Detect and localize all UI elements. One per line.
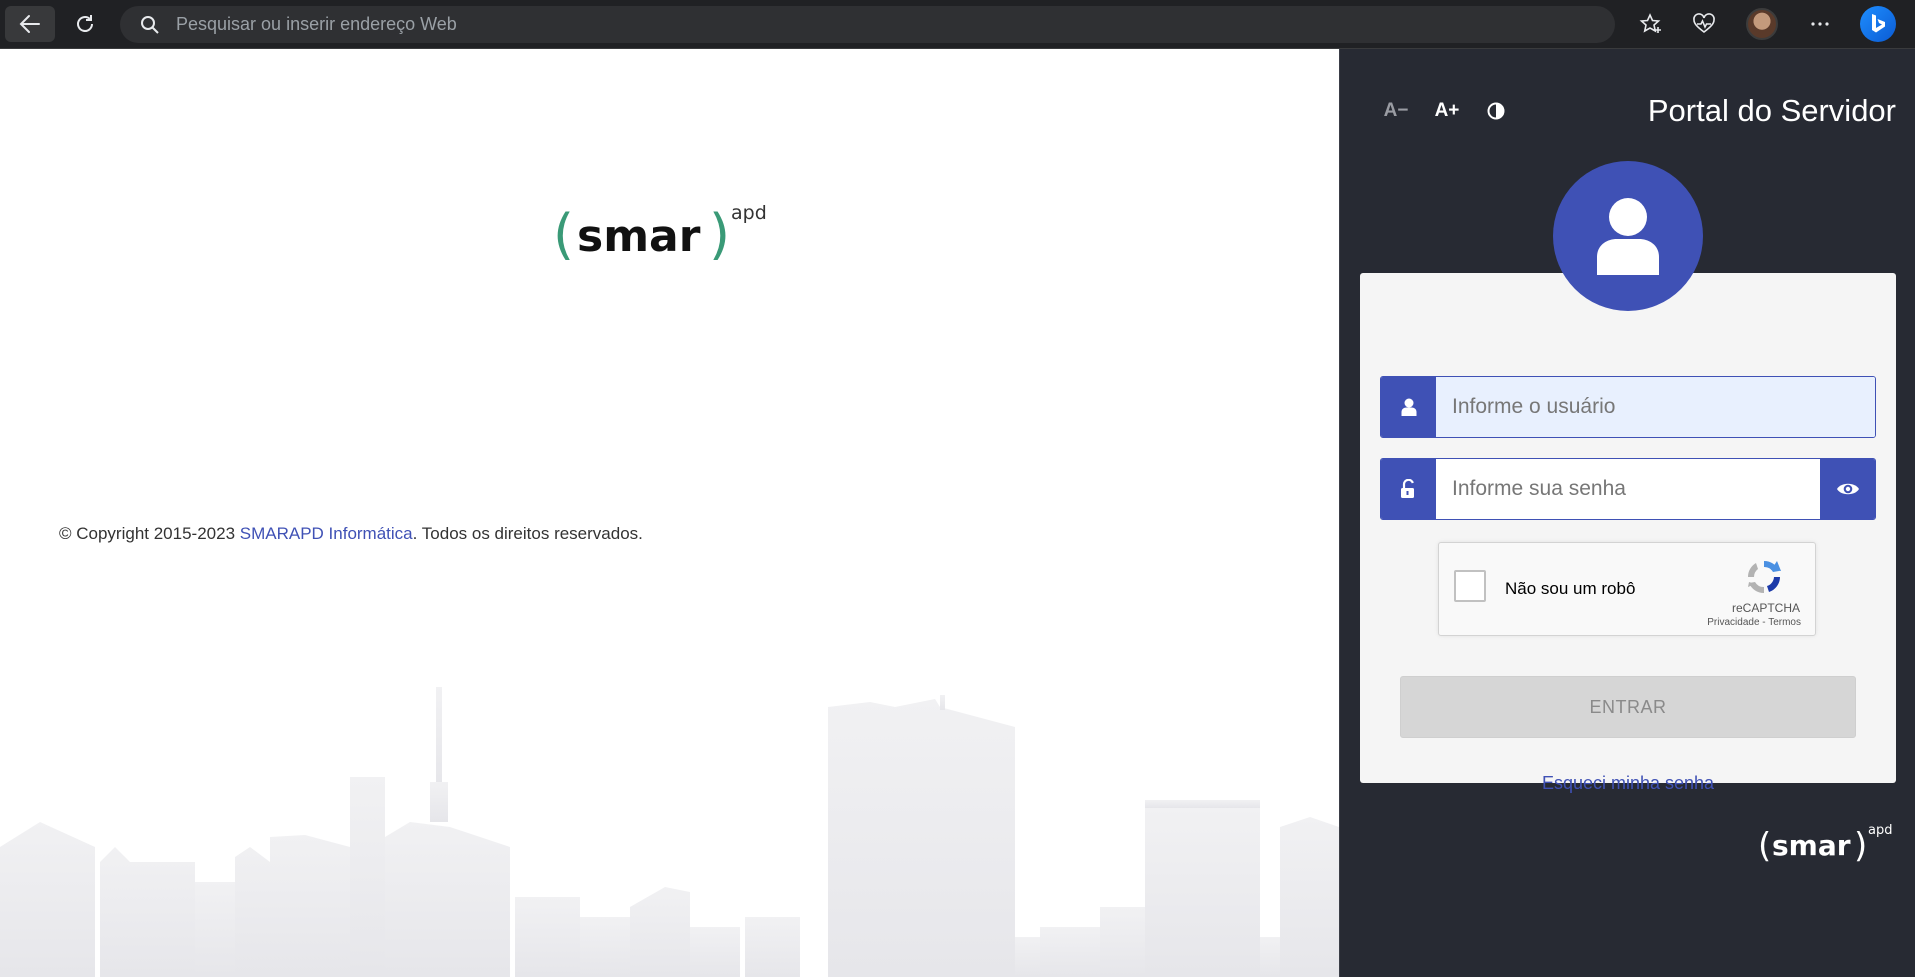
unlock-icon — [1400, 479, 1414, 498]
eye-icon — [1836, 483, 1859, 495]
copilot-button[interactable] — [1858, 6, 1898, 42]
submit-button[interactable]: ENTRAR — [1400, 676, 1856, 738]
copyright-suffix: . Todos os direitos reservados. — [412, 524, 643, 543]
copyright-prefix: © Copyright 2015-2023 — [59, 524, 240, 543]
decrease-font-button[interactable]: A− — [1376, 96, 1416, 126]
password-input[interactable] — [1436, 459, 1820, 519]
more-horizontal-icon — [1811, 22, 1829, 26]
user-avatar-circle — [1553, 161, 1703, 311]
svg-text:(: ( — [1758, 826, 1771, 866]
browser-toolbar — [0, 0, 1915, 49]
recaptcha-privacy-terms-links[interactable]: Privacidade - Termos — [1707, 617, 1801, 628]
user-icon — [1401, 398, 1416, 416]
star-add-icon — [1639, 13, 1661, 33]
contrast-icon — [1487, 102, 1505, 120]
recaptcha-checkbox[interactable] — [1454, 570, 1486, 602]
username-input[interactable] — [1436, 377, 1875, 437]
back-button[interactable] — [5, 6, 55, 42]
recaptcha-logo-icon — [1744, 557, 1784, 602]
arrow-left-icon — [19, 15, 40, 33]
user-icon — [1597, 198, 1659, 275]
city-skyline-illustration — [0, 687, 1339, 977]
smarapd-logo-footer: ( smar ) apd — [1758, 819, 1898, 874]
logo-text: smar — [577, 211, 701, 262]
favorites-button[interactable] — [1631, 6, 1671, 42]
increase-font-button[interactable]: A+ — [1427, 96, 1467, 126]
svg-text:): ) — [1854, 826, 1867, 866]
left-pane: ( smar ) apd © Copyright 2015-2023 SMARA… — [0, 49, 1339, 977]
contrast-toggle-button[interactable] — [1476, 96, 1516, 126]
heart-pulse-icon — [1693, 13, 1715, 34]
logo-text: smar — [1772, 829, 1851, 862]
recaptcha-brand: reCAPTCHA — [1731, 601, 1800, 615]
company-link[interactable]: SMARAPD Informática — [240, 524, 413, 543]
search-icon — [141, 15, 159, 34]
show-password-button[interactable] — [1820, 459, 1875, 519]
address-input[interactable] — [174, 13, 1478, 36]
recaptcha-widget: Não sou um robô reCAPTCHA Privacidade - … — [1438, 542, 1816, 636]
portal-title: Portal do Servidor — [1647, 93, 1896, 128]
browser-essentials-button[interactable] — [1684, 6, 1724, 42]
username-addon — [1381, 377, 1436, 437]
more-options-button[interactable] — [1800, 6, 1840, 42]
refresh-icon — [77, 15, 93, 32]
svg-text:): ) — [709, 203, 730, 266]
refresh-button[interactable] — [61, 6, 109, 42]
svg-text:(: ( — [553, 203, 574, 266]
login-panel: A− A+ Portal do Servidor Informe o usuár… — [1339, 49, 1915, 977]
forgot-password-link[interactable]: Esqueci minha senha — [1340, 773, 1915, 794]
copyright-text: © Copyright 2015-2023 SMARAPD Informátic… — [59, 524, 643, 544]
bing-icon — [1860, 6, 1896, 42]
smarapd-logo-mark: ( smar ) apd — [1758, 823, 1892, 866]
address-bar[interactable] — [120, 6, 1615, 43]
avatar — [1746, 8, 1778, 40]
profile-button[interactable] — [1742, 6, 1782, 42]
recaptcha-label: Não sou um robô — [1505, 579, 1636, 598]
smarapd-logo: ( smar ) apd — [553, 199, 783, 274]
password-addon — [1381, 459, 1436, 519]
smarapd-logo-mark: ( smar ) apd — [553, 202, 767, 266]
password-field — [1380, 458, 1876, 520]
logo-suffix: apd — [1868, 823, 1892, 838]
logo-suffix: apd — [731, 202, 767, 224]
username-field — [1380, 376, 1876, 438]
